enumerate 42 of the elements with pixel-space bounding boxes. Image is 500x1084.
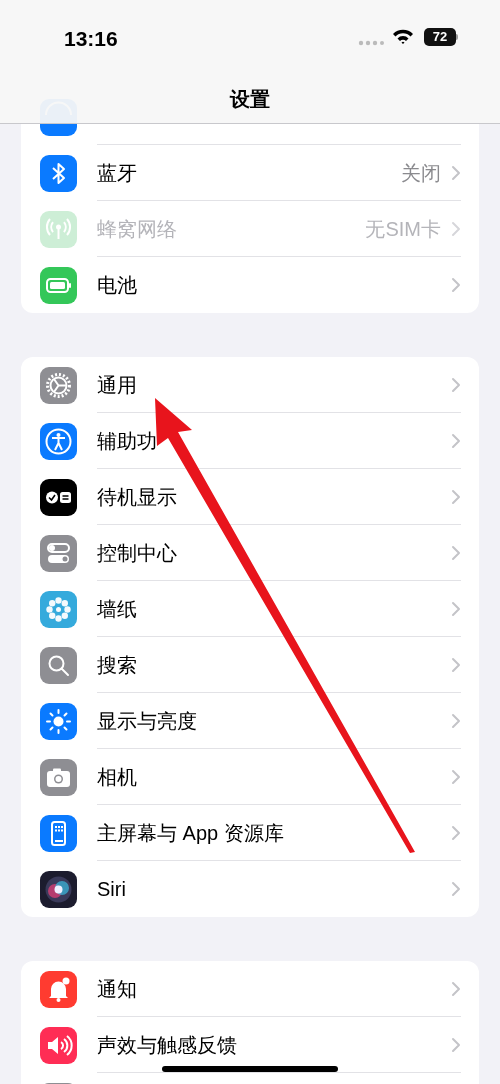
row-value: 关闭	[401, 160, 441, 186]
row-label: 墙纸	[97, 596, 138, 622]
chevron-icon	[451, 768, 461, 785]
row-label: 控制中心	[97, 540, 178, 566]
chevron-icon	[451, 1036, 461, 1053]
row-label: 通用	[97, 372, 138, 398]
status-time: 13:16	[64, 26, 118, 52]
settings-row[interactable]: Siri	[21, 861, 479, 917]
chevron-icon	[451, 980, 461, 997]
settings-row[interactable]: 通知	[21, 961, 479, 1017]
chevron-icon	[451, 220, 461, 237]
row-label: 蜂窝网络	[97, 216, 178, 242]
settings-row[interactable]: 蓝牙 关闭	[21, 145, 479, 201]
row-label: 相机	[97, 764, 138, 790]
chevron-icon	[451, 600, 461, 617]
page-title: 设置	[228, 87, 271, 112]
row-label: 主屏幕与 App 资源库	[97, 820, 285, 846]
chevron-icon	[451, 432, 461, 449]
chevron-icon	[451, 656, 461, 673]
chevron-icon	[451, 488, 461, 505]
row-value: 无SIM卡	[365, 216, 441, 242]
chevron-icon	[451, 277, 461, 293]
row-label: 声效与触感反馈	[97, 1032, 238, 1058]
chevron-icon	[451, 544, 461, 561]
signal-dots-icon	[358, 40, 384, 46]
row-label: Siri	[97, 877, 127, 902]
wifi-icon	[392, 28, 414, 45]
row-label: 显示与亮度	[97, 708, 198, 734]
row-label: 待机显示	[97, 484, 178, 510]
row-label: 通知	[97, 976, 138, 1002]
row-label: 蓝牙	[97, 160, 138, 186]
settings-row[interactable]: 通用	[21, 357, 479, 413]
battery-indicator: 72	[424, 28, 458, 46]
row-label: 搜索	[97, 652, 138, 678]
chevron-icon	[451, 712, 461, 729]
chevron-icon	[451, 881, 461, 897]
chevron-icon	[451, 164, 461, 181]
row-label: 电池	[97, 273, 138, 298]
chevron-icon	[451, 376, 461, 393]
row-label: 辅助功	[97, 428, 158, 454]
chevron-icon	[451, 824, 461, 841]
settings-row[interactable]: 电池	[21, 257, 479, 313]
